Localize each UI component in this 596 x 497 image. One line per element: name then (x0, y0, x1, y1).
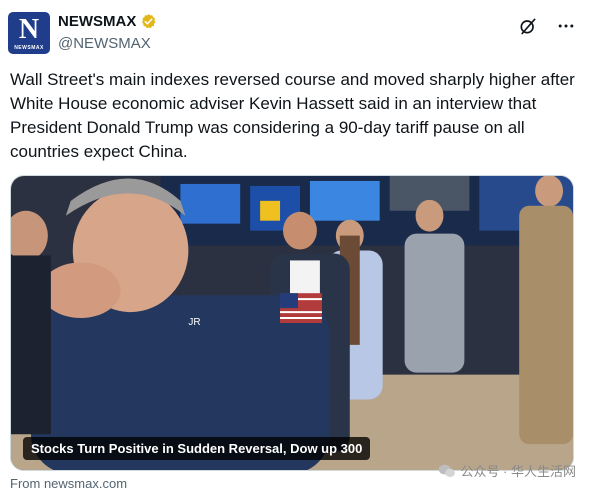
watermark: 公众号 · 华人生活网 (438, 461, 576, 480)
avatar-logo-letter: N (18, 13, 40, 45)
more-options-icon[interactable] (556, 16, 576, 36)
verified-badge-icon (142, 14, 156, 29)
newsmax-avatar[interactable]: N NEWSMAX (8, 12, 50, 54)
avatar-logo-text: NEWSMAX (14, 44, 44, 51)
tweet-text: Wall Street's main indexes reversed cour… (10, 70, 575, 161)
link-card-image[interactable]: JR Stocks Turn Positive in Sudden Revers… (10, 175, 574, 471)
jacket-badge-text: JR (188, 317, 200, 328)
author-name-row: NEWSMAX (58, 13, 157, 30)
author-handle[interactable]: @NEWSMAX (58, 35, 151, 52)
trader-photo: JR (11, 176, 573, 470)
card-caption: Stocks Turn Positive in Sudden Reversal,… (23, 437, 371, 460)
watermark-text: 公众号 · 华人生活网 (460, 464, 576, 479)
grok-icon[interactable] (518, 16, 538, 36)
wechat-icon (439, 464, 456, 477)
tweet-top-actions (518, 16, 576, 36)
card-source[interactable]: From newsmax.com (10, 476, 127, 491)
author-display-name[interactable]: NEWSMAX (58, 13, 136, 30)
